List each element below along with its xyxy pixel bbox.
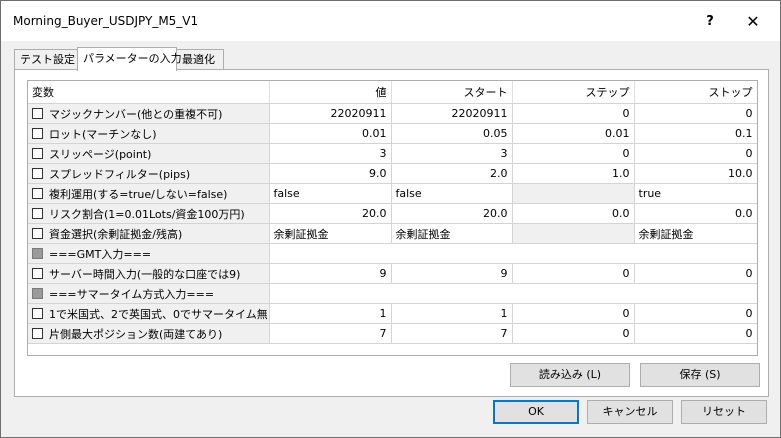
table-row: 1で米国式、2で英国式、0でサマータイム無し 1 1 0 0 [28,303,757,324]
param-step-cell[interactable]: 1.0 [512,163,635,184]
close-icon[interactable]: ✕ [739,10,767,34]
header-value[interactable]: 値 [269,81,392,104]
param-stop-cell[interactable]: 0.1 [634,123,757,144]
optimize-checkbox[interactable] [32,307,43,319]
param-step-cell[interactable]: 0.01 [512,123,635,144]
param-step-cell[interactable]: 0 [512,263,635,284]
param-stop-cell[interactable]: 0 [634,303,757,324]
param-value-cell[interactable]: 7 [269,323,392,344]
title-bar: Morning_Buyer_USDJPY_M5_V1 ? ✕ [1,1,780,41]
table-row: 資金選択(余剰証拠金/残高) 余剰証拠金 余剰証拠金 余剰証拠金 [28,223,757,244]
param-step-cell[interactable]: 0 [512,103,635,124]
header-step[interactable]: ステップ [512,81,635,104]
param-name: 1で米国式、2で英国式、0でサマータイム無し [49,307,269,321]
param-name: スプレッドフィルター(pips) [49,167,191,181]
param-stop-cell[interactable]: 余剰証拠金 [634,223,757,244]
param-start-cell[interactable]: 2.0 [391,163,513,184]
param-value-cell[interactable]: 0.01 [269,123,392,144]
param-value-cell[interactable]: 20.0 [269,203,392,224]
param-stop-cell[interactable]: 0 [634,263,757,284]
param-step-cell[interactable]: 0.0 [512,203,635,224]
param-name: リスク割合(1=0.01Lots/資金100万円) [49,207,245,221]
param-name: スリッページ(point) [49,147,152,161]
table-row: サーバー時間入力(一般的な口座では9) 9 9 0 0 [28,263,757,284]
param-value-cell[interactable]: false [269,183,392,204]
tab-test-settings[interactable]: テスト設定 [14,49,78,70]
table-row: リスク割合(1=0.01Lots/資金100万円) 20.0 20.0 0.0 … [28,203,757,224]
param-start-cell[interactable]: 3 [391,143,513,164]
param-name: ロット(マーチンなし) [49,127,157,141]
optimize-checkbox[interactable] [32,187,43,199]
param-stop-cell[interactable]: 0 [634,103,757,124]
header-start[interactable]: スタート [391,81,513,104]
dialog-window: Morning_Buyer_USDJPY_M5_V1 ? ✕ テスト設定 パラメ… [0,0,781,438]
optimize-checkbox[interactable] [32,167,43,179]
table-row: マジックナンバー(他との重複不可) 22020911 22020911 0 0 [28,103,757,124]
empty-cell [269,283,757,304]
param-name: マジックナンバー(他との重複不可) [49,107,223,121]
table-row: スリッページ(point) 3 3 0 0 [28,143,757,164]
param-start-cell[interactable]: 20.0 [391,203,513,224]
param-start-cell[interactable]: 0.05 [391,123,513,144]
optimize-checkbox[interactable] [32,327,43,339]
param-step-cell[interactable]: 0 [512,303,635,324]
header-variable[interactable]: 変数 [28,81,270,104]
param-step-cell [512,183,635,204]
grid-header-row: 変数 値 スタート ステップ ストップ [28,81,757,104]
param-stop-cell[interactable]: 10.0 [634,163,757,184]
optimize-checkbox[interactable] [32,227,43,239]
param-start-cell[interactable]: false [391,183,513,204]
param-start-cell[interactable]: 7 [391,323,513,344]
optimize-checkbox[interactable] [32,107,43,119]
save-button[interactable]: 保存 (S) [640,363,760,387]
optimize-checkbox-disabled [32,287,43,299]
param-start-cell[interactable]: 1 [391,303,513,324]
param-stop-cell[interactable]: 0 [634,143,757,164]
window-title: Morning_Buyer_USDJPY_M5_V1 [13,14,199,28]
param-value-cell[interactable]: 3 [269,143,392,164]
optimize-checkbox[interactable] [32,267,43,279]
table-row: スプレッドフィルター(pips) 9.0 2.0 1.0 10.0 [28,163,757,184]
param-name: ===サマータイム方式入力=== [49,287,215,301]
param-name: サーバー時間入力(一般的な口座では9) [49,267,241,281]
empty-cell [269,243,757,264]
param-value-cell[interactable]: 余剰証拠金 [269,223,392,244]
param-value-cell[interactable]: 22020911 [269,103,392,124]
help-icon[interactable]: ? [698,10,722,34]
reset-button[interactable]: リセット [681,400,767,424]
param-start-cell[interactable]: 余剰証拠金 [391,223,513,244]
param-step-cell [512,223,635,244]
param-value-cell[interactable]: 9.0 [269,163,392,184]
param-start-cell[interactable]: 9 [391,263,513,284]
table-row: 複利運用(する=true/しない=false) false false true [28,183,757,204]
param-stop-cell[interactable]: 0.0 [634,203,757,224]
cancel-button[interactable]: キャンセル [587,400,673,424]
optimize-checkbox-disabled [32,247,43,259]
param-name: ===GMT入力=== [49,247,152,261]
table-row: ===GMT入力=== [28,243,757,264]
optimize-checkbox[interactable] [32,147,43,159]
table-row: 片側最大ポジション数(両建てあり) 7 7 0 0 [28,323,757,344]
param-step-cell[interactable]: 0 [512,143,635,164]
tab-optimization[interactable]: 最適化 [176,49,224,70]
param-start-cell[interactable]: 22020911 [391,103,513,124]
param-name: 複利運用(する=true/しない=false) [49,187,228,201]
load-button[interactable]: 読み込み (L) [510,363,630,387]
param-stop-cell[interactable]: true [634,183,757,204]
param-step-cell[interactable]: 0 [512,323,635,344]
table-row: ===サマータイム方式入力=== [28,283,757,304]
table-row: ロット(マーチンなし) 0.01 0.05 0.01 0.1 [28,123,757,144]
ok-button[interactable]: OK [493,400,579,424]
tab-parameters[interactable]: パラメーターの入力 [77,47,182,71]
param-stop-cell[interactable]: 0 [634,323,757,344]
optimize-checkbox[interactable] [32,127,43,139]
param-value-cell[interactable]: 1 [269,303,392,324]
parameter-grid: 変数 値 スタート ステップ ストップ マジックナンバー(他との重複不可) 22… [27,80,758,356]
parameters-panel: 変数 値 スタート ステップ ストップ マジックナンバー(他との重複不可) 22… [14,69,769,397]
param-name: 片側最大ポジション数(両建てあり) [49,327,223,341]
param-value-cell[interactable]: 9 [269,263,392,284]
param-name: 資金選択(余剰証拠金/残高) [49,227,183,241]
header-stop[interactable]: ストップ [634,81,757,104]
optimize-checkbox[interactable] [32,207,43,219]
